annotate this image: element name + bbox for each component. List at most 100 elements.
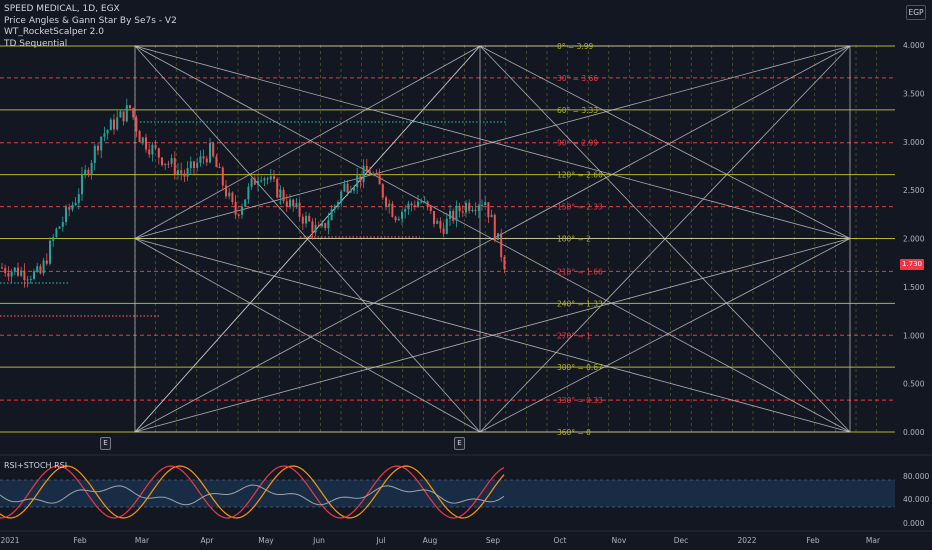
candle-body (426, 201, 429, 207)
candle-body (340, 191, 343, 203)
gann-level-label: 150° = 2.33 (557, 203, 603, 212)
candle-body (237, 214, 240, 216)
price-tick-label: 2.500 (903, 186, 925, 195)
gann-level-label: 240° = 1.33 (557, 299, 603, 308)
candle-body (295, 202, 298, 207)
candle-body (343, 183, 346, 192)
candle-body (29, 278, 32, 280)
candle-body (269, 176, 272, 180)
candle-body (423, 201, 426, 203)
candle-body (484, 202, 487, 206)
candle-body (394, 216, 397, 221)
candle-body (253, 178, 256, 185)
price-tick-label: 0.500 (903, 380, 925, 389)
candle-body (36, 266, 39, 272)
rsi-tick-label: 40.000 (903, 495, 929, 504)
gann-level-label: 270° = 1 (557, 331, 591, 340)
gann-level-label: 90° = 2.99 (557, 139, 598, 148)
candle-body (90, 163, 93, 175)
candle-body (461, 211, 464, 213)
candle-body (241, 206, 243, 215)
candle-body (189, 161, 192, 169)
candle-body (372, 174, 375, 176)
candle-body (231, 192, 234, 203)
candle-body (45, 260, 48, 264)
candle-body (285, 201, 288, 207)
indicator-wt[interactable]: WT_RocketScalper 2.0 (4, 27, 177, 39)
candle-body (401, 211, 403, 219)
candle-body (244, 199, 247, 207)
candle-body (468, 202, 471, 211)
candle-body (116, 117, 119, 130)
candle-body (106, 130, 109, 134)
candle-body (202, 156, 205, 159)
candle-body (263, 178, 266, 181)
candle-body (452, 211, 455, 221)
earnings-marker[interactable]: E (454, 437, 465, 450)
candle-body (474, 209, 477, 211)
time-tick-label: Nov (612, 536, 627, 545)
candle-body (477, 205, 480, 211)
price-tick-label: 4.000 (903, 41, 925, 50)
candle-body (308, 215, 311, 222)
indicator-td[interactable]: TD Sequential (4, 39, 177, 51)
candle-body (445, 218, 448, 234)
candle-body (410, 203, 413, 206)
candle-body (180, 170, 183, 174)
candle-body (317, 224, 320, 227)
time-tick-label: Apr (201, 536, 215, 545)
chart-canvas[interactable]: 0° = 3.99 30° = 3.66 60° = 3.33 90° = 2.99 1… (0, 0, 932, 550)
candle-body (145, 137, 147, 150)
candle-body (199, 156, 202, 163)
symbol-title[interactable]: SPEED MEDICAL, 1D, EGX (4, 4, 177, 16)
candle-body (10, 271, 13, 277)
candle-body (442, 228, 445, 234)
candle-body (458, 205, 461, 212)
candle-body (362, 165, 365, 183)
rsi-title[interactable]: RSI+STOCH RSI (4, 461, 67, 470)
gann-level-label: 210° = 1.66 (557, 267, 603, 276)
candle-body (346, 183, 349, 193)
gann-level-label: 180° = 2 (557, 235, 591, 244)
gann-level-label: 60° = 3.33 (557, 106, 598, 115)
candle-body (225, 185, 227, 197)
candle-body (132, 107, 135, 118)
gann-level-lines (0, 45, 895, 433)
time-tick-label: Jun (312, 536, 325, 545)
candle-body (413, 205, 416, 208)
candle-body (381, 184, 384, 198)
candle-body (365, 165, 368, 172)
candle-body (77, 194, 80, 203)
time-tick-label: 2022 (737, 536, 756, 545)
time-tick-label: Feb (73, 536, 87, 545)
candle-body (74, 202, 77, 206)
candle-body (205, 158, 208, 163)
candle-body (429, 206, 432, 211)
earnings-marker[interactable]: E (100, 437, 111, 450)
candle-body (282, 189, 285, 202)
candle-body (353, 187, 355, 191)
candle-body (279, 189, 282, 198)
gann-level-labels: 0° = 3.99 30° = 3.66 60° = 3.33 90° = 2.99 1… (557, 42, 603, 437)
candle-body (493, 214, 496, 240)
time-tick-label: Aug (423, 536, 438, 545)
rsi-tick-label: 80.000 (903, 472, 929, 481)
candle-body (388, 203, 391, 207)
indicator-gann[interactable]: Price Angles & Gann Star By Se7s - V2 (4, 16, 177, 28)
candle-body (68, 207, 71, 210)
currency-badge[interactable]: EGP (906, 5, 926, 20)
candle-body (13, 267, 16, 272)
candle-body (337, 202, 339, 206)
candle-body (71, 205, 74, 210)
time-tick-label: 2021 (0, 536, 19, 545)
candle-body (55, 228, 58, 237)
candle-body (138, 131, 141, 143)
candle-body (349, 190, 352, 193)
candle-body (247, 186, 250, 200)
price-tick-label: 0.000 (903, 428, 925, 437)
price-tick-label: 1.000 (903, 331, 925, 340)
candle-body (359, 175, 362, 183)
rsi-tick-label: 0.000 (903, 519, 925, 528)
candle-body (97, 145, 99, 151)
time-tick-label: Mar (135, 536, 150, 545)
